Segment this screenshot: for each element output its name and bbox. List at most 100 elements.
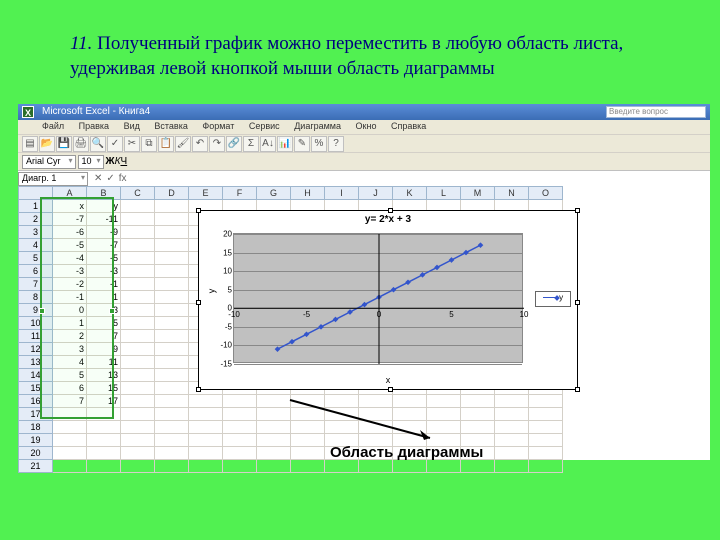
menu-tools[interactable]: Сервис bbox=[249, 121, 280, 131]
row-header[interactable]: 1 bbox=[19, 200, 53, 213]
cell[interactable] bbox=[461, 408, 495, 421]
cell[interactable] bbox=[223, 421, 257, 434]
row-header[interactable]: 4 bbox=[19, 239, 53, 252]
col-header[interactable]: H bbox=[291, 187, 325, 200]
cell[interactable] bbox=[155, 408, 189, 421]
new-button[interactable]: ▤ bbox=[22, 136, 38, 152]
cell[interactable] bbox=[121, 239, 155, 252]
cell[interactable] bbox=[495, 447, 529, 460]
cell[interactable] bbox=[155, 291, 189, 304]
cell[interactable]: -7 bbox=[87, 239, 121, 252]
cell[interactable] bbox=[155, 421, 189, 434]
resize-handle[interactable] bbox=[575, 300, 580, 305]
cell[interactable] bbox=[189, 447, 223, 460]
zoom-button[interactable]: % bbox=[311, 136, 327, 152]
cell[interactable]: 13 bbox=[87, 369, 121, 382]
cell[interactable] bbox=[155, 369, 189, 382]
row-header[interactable]: 20 bbox=[19, 447, 53, 460]
row-header[interactable]: 9 bbox=[19, 304, 53, 317]
cell[interactable]: 9 bbox=[87, 343, 121, 356]
cell[interactable] bbox=[223, 460, 257, 473]
cell[interactable] bbox=[121, 200, 155, 213]
copy-button[interactable]: ⧉ bbox=[141, 136, 157, 152]
cell[interactable]: 3 bbox=[53, 343, 87, 356]
menu-chart[interactable]: Диаграмма bbox=[294, 121, 341, 131]
col-header[interactable]: I bbox=[325, 187, 359, 200]
cell[interactable] bbox=[223, 408, 257, 421]
cell[interactable] bbox=[155, 382, 189, 395]
cancel-icon[interactable]: ✕ bbox=[94, 173, 102, 184]
cell[interactable] bbox=[155, 434, 189, 447]
row-header[interactable]: 12 bbox=[19, 343, 53, 356]
cell[interactable]: 3 bbox=[87, 304, 121, 317]
cell[interactable] bbox=[87, 460, 121, 473]
sum-button[interactable]: Σ bbox=[243, 136, 259, 152]
cell[interactable]: 7 bbox=[87, 330, 121, 343]
fx-icon[interactable]: fx bbox=[119, 173, 127, 184]
col-header[interactable]: L bbox=[427, 187, 461, 200]
open-button[interactable]: 📂 bbox=[39, 136, 55, 152]
cell[interactable]: -1 bbox=[53, 291, 87, 304]
sort-button[interactable]: A↓ bbox=[260, 136, 276, 152]
resize-handle[interactable] bbox=[196, 300, 201, 305]
row-header[interactable]: 3 bbox=[19, 226, 53, 239]
row-header[interactable]: 13 bbox=[19, 356, 53, 369]
row-header[interactable]: 16 bbox=[19, 395, 53, 408]
col-header[interactable]: B bbox=[87, 187, 121, 200]
cell[interactable] bbox=[53, 408, 87, 421]
cell[interactable] bbox=[155, 304, 189, 317]
col-header[interactable]: N bbox=[495, 187, 529, 200]
cell[interactable]: -7 bbox=[53, 213, 87, 226]
col-header[interactable]: G bbox=[257, 187, 291, 200]
cell[interactable] bbox=[155, 395, 189, 408]
col-header[interactable]: K bbox=[393, 187, 427, 200]
cell[interactable] bbox=[121, 434, 155, 447]
col-header[interactable]: D bbox=[155, 187, 189, 200]
cell[interactable] bbox=[529, 434, 563, 447]
cell[interactable] bbox=[121, 278, 155, 291]
cell[interactable] bbox=[121, 343, 155, 356]
cell[interactable] bbox=[155, 447, 189, 460]
col-header[interactable]: E bbox=[189, 187, 223, 200]
row-header[interactable]: 15 bbox=[19, 382, 53, 395]
legend[interactable]: y bbox=[535, 291, 571, 307]
row-header[interactable]: 21 bbox=[19, 460, 53, 473]
undo-button[interactable]: ↶ bbox=[192, 136, 208, 152]
col-header[interactable]: A bbox=[53, 187, 87, 200]
draw-button[interactable]: ✎ bbox=[294, 136, 310, 152]
row-header[interactable]: 7 bbox=[19, 278, 53, 291]
cell[interactable]: -3 bbox=[53, 265, 87, 278]
cell[interactable]: -5 bbox=[53, 239, 87, 252]
cell[interactable] bbox=[495, 395, 529, 408]
col-header[interactable]: M bbox=[461, 187, 495, 200]
col-header[interactable]: C bbox=[121, 187, 155, 200]
cell[interactable] bbox=[121, 421, 155, 434]
cell[interactable] bbox=[495, 434, 529, 447]
cell[interactable] bbox=[495, 421, 529, 434]
cell[interactable] bbox=[155, 317, 189, 330]
cell[interactable]: -9 bbox=[87, 226, 121, 239]
menu-help[interactable]: Справка bbox=[391, 121, 426, 131]
cell[interactable] bbox=[291, 460, 325, 473]
cell[interactable]: 5 bbox=[53, 369, 87, 382]
cell[interactable]: -2 bbox=[53, 278, 87, 291]
cell[interactable] bbox=[189, 395, 223, 408]
cell[interactable] bbox=[87, 447, 121, 460]
cell[interactable]: 15 bbox=[87, 382, 121, 395]
link-button[interactable]: 🔗 bbox=[226, 136, 242, 152]
cell[interactable] bbox=[529, 395, 563, 408]
font-size-box[interactable]: 10 bbox=[78, 155, 104, 169]
underline-button[interactable]: Ч bbox=[120, 156, 127, 167]
cell[interactable] bbox=[189, 408, 223, 421]
cell[interactable] bbox=[121, 226, 155, 239]
cell[interactable] bbox=[121, 252, 155, 265]
cell[interactable] bbox=[325, 460, 359, 473]
cell[interactable] bbox=[155, 278, 189, 291]
cell[interactable] bbox=[529, 447, 563, 460]
ask-box[interactable]: Введите вопрос bbox=[606, 106, 706, 118]
menu-format[interactable]: Формат bbox=[202, 121, 234, 131]
cell[interactable] bbox=[121, 291, 155, 304]
cell[interactable] bbox=[155, 226, 189, 239]
cell[interactable] bbox=[189, 421, 223, 434]
menu-edit[interactable]: Правка bbox=[79, 121, 109, 131]
